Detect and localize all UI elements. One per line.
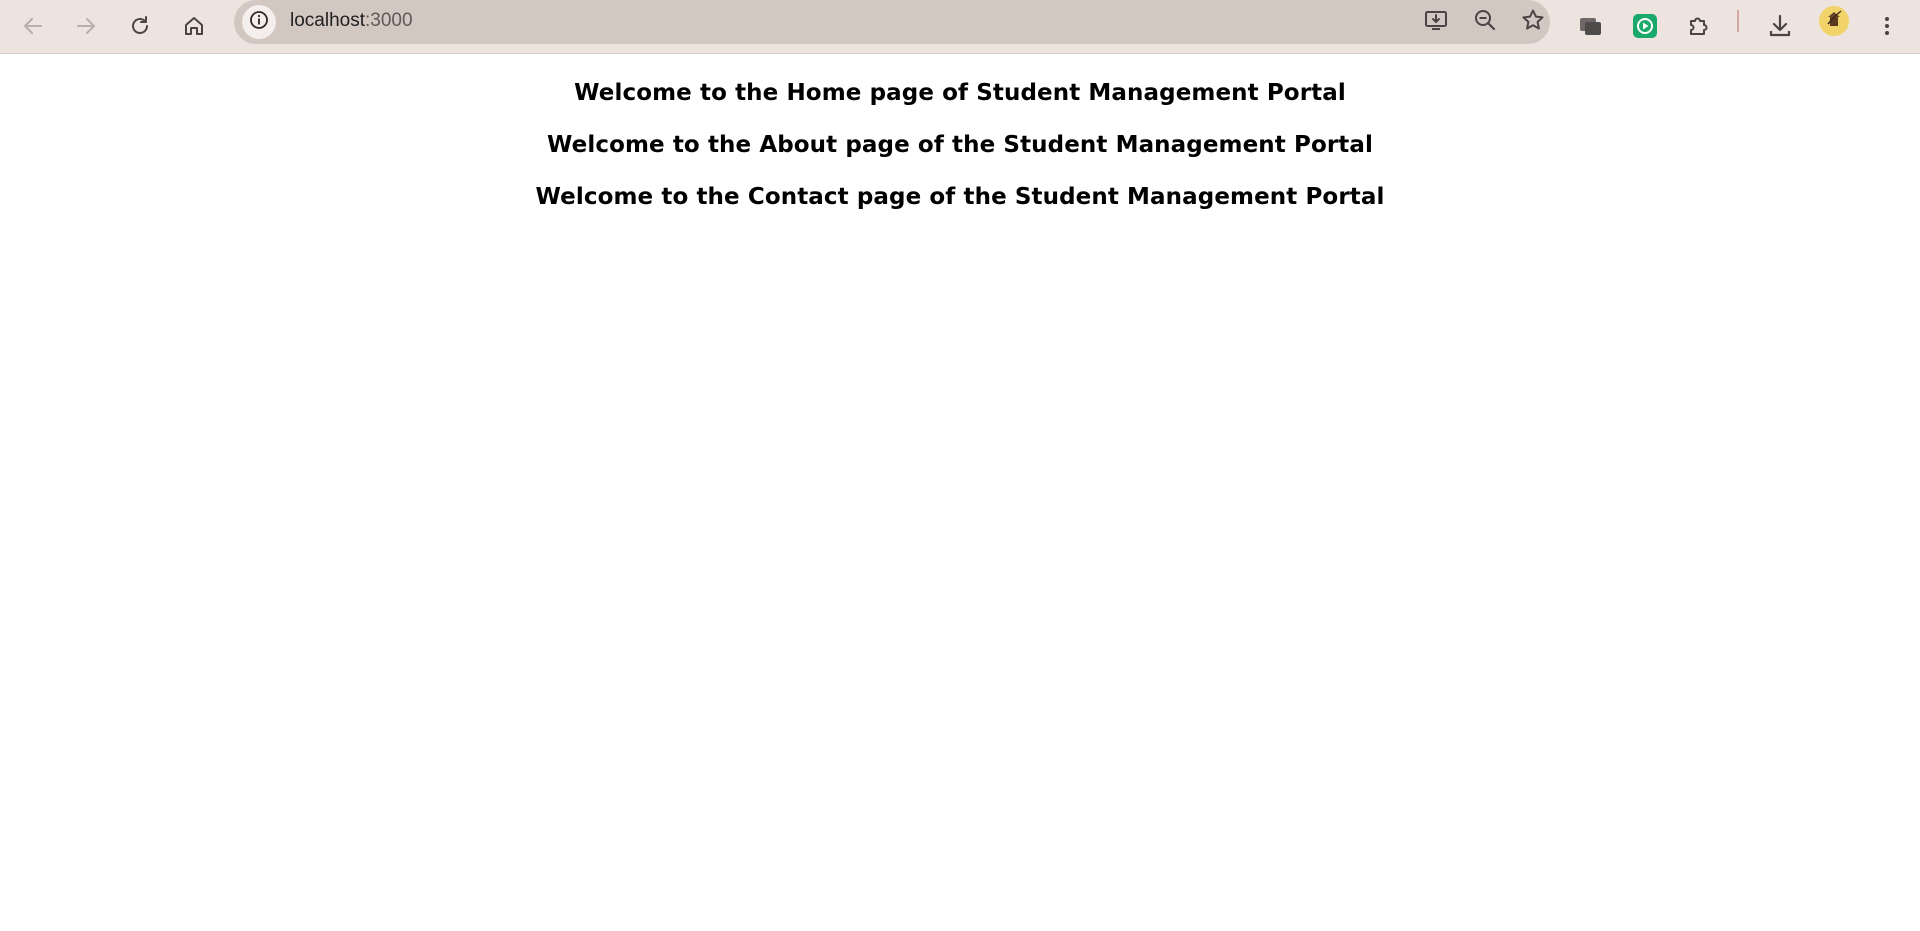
download-icon bbox=[1767, 13, 1793, 39]
home-icon bbox=[182, 14, 206, 38]
install-app-button[interactable] bbox=[1418, 4, 1454, 40]
bookmark-button[interactable] bbox=[1515, 4, 1551, 40]
arrow-right-icon bbox=[74, 14, 98, 38]
address-bar[interactable]: localhost:3000 bbox=[234, 0, 1550, 44]
forward-button[interactable] bbox=[65, 5, 107, 47]
reload-button[interactable] bbox=[119, 5, 161, 47]
browser-toolbar: localhost:3000 bbox=[0, 0, 1920, 54]
home-button[interactable] bbox=[173, 5, 215, 47]
site-info-button[interactable] bbox=[242, 5, 276, 39]
url-host: localhost bbox=[290, 10, 365, 31]
install-app-icon bbox=[1423, 7, 1449, 37]
arrow-left-icon bbox=[21, 14, 45, 38]
extension-button-1[interactable] bbox=[1570, 5, 1612, 47]
extensions-button[interactable] bbox=[1678, 5, 1720, 47]
downloads-button[interactable] bbox=[1759, 5, 1801, 47]
url-text[interactable]: localhost:3000 bbox=[290, 9, 413, 33]
url-port: :3000 bbox=[365, 10, 413, 31]
kebab-menu-icon bbox=[1875, 14, 1899, 38]
star-icon bbox=[1520, 7, 1546, 37]
extension-button-2[interactable] bbox=[1624, 5, 1666, 47]
browser-menu-button[interactable] bbox=[1866, 5, 1908, 47]
info-icon bbox=[249, 10, 269, 34]
avatar bbox=[1824, 9, 1844, 33]
about-heading: Welcome to the About page of the Student… bbox=[547, 132, 1373, 158]
home-heading: Welcome to the Home page of Student Mana… bbox=[574, 80, 1346, 106]
back-button[interactable] bbox=[12, 5, 54, 47]
extension-cards-icon bbox=[1578, 13, 1604, 39]
profile-avatar-button[interactable] bbox=[1819, 6, 1849, 36]
page-content: Welcome to the Home page of Student Mana… bbox=[0, 55, 1920, 211]
zoom-button[interactable] bbox=[1467, 4, 1503, 40]
zoom-out-icon bbox=[1472, 7, 1498, 37]
reload-icon bbox=[128, 14, 152, 38]
contact-heading: Welcome to the Contact page of the Stude… bbox=[535, 184, 1385, 210]
puzzle-icon bbox=[1686, 13, 1712, 39]
extension-play-icon bbox=[1632, 13, 1658, 39]
toolbar-divider bbox=[1737, 10, 1739, 32]
